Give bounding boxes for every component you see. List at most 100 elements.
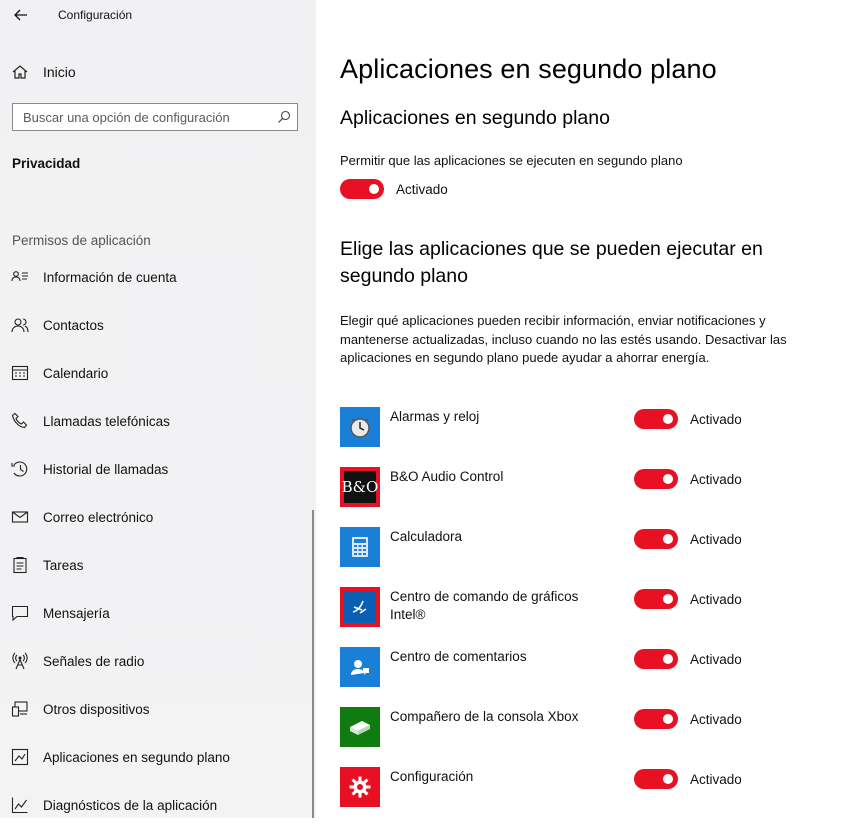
home-nav-item[interactable]: Inicio: [0, 56, 316, 88]
alarm-clock-icon: [340, 407, 380, 447]
search-icon: [278, 110, 291, 123]
sidebar-item-label: Mensajería: [43, 605, 110, 621]
app-row-alarms: Alarmas y reloj Activado: [316, 407, 850, 467]
search-input[interactable]: [13, 104, 273, 130]
sidebar-item-tasks[interactable]: Tareas: [0, 545, 316, 585]
mail-icon: [11, 508, 29, 526]
radio-icon: [11, 652, 29, 670]
toggle-knob: [663, 774, 673, 784]
title-bar: Configuración: [0, 0, 316, 30]
toggle-knob: [663, 474, 673, 484]
app-toggle-state: Activado: [690, 532, 742, 547]
account-info-icon: [11, 268, 29, 286]
search-box[interactable]: [12, 103, 298, 131]
app-toggle[interactable]: [634, 529, 678, 549]
app-name: Centro de comentarios: [390, 649, 527, 664]
app-name: Configuración: [390, 769, 474, 784]
app-row-settings: Configuración Activado: [316, 767, 850, 827]
toggle-knob: [663, 414, 673, 424]
app-toggle-state: Activado: [690, 472, 742, 487]
sidebar: Configuración Inicio Privacidad Permisos…: [0, 0, 316, 818]
app-name: Alarmas y reloj: [390, 409, 480, 424]
toggle-knob: [369, 184, 379, 194]
xbox-console-icon: [340, 707, 380, 747]
sidebar-item-label: Señales de radio: [43, 653, 145, 669]
sidebar-item-radios[interactable]: Señales de radio: [0, 641, 316, 681]
sidebar-item-label: Correo electrónico: [43, 509, 154, 525]
app-toggle[interactable]: [634, 469, 678, 489]
app-toggle-state: Activado: [690, 712, 742, 727]
sidebar-item-app-diagnostics[interactable]: Diagnósticos de la aplicación: [0, 785, 316, 818]
home-label: Inicio: [43, 64, 76, 80]
app-row-xbox-companion: Compañero de la consola Xbox Activado: [316, 707, 850, 767]
app-row-calculator: Calculadora Activado: [316, 527, 850, 587]
sidebar-item-label: Historial de llamadas: [43, 461, 169, 477]
section-title: Aplicaciones en segundo plano: [340, 107, 610, 129]
choose-apps-description: Elegir qué aplicaciones pueden recibir i…: [340, 313, 787, 365]
app-toggle-state: Activado: [690, 592, 742, 607]
devices-icon: [11, 700, 29, 718]
sidebar-item-label: Otros dispositivos: [43, 701, 150, 717]
sidebar-item-email[interactable]: Correo electrónico: [0, 497, 316, 537]
allow-background-toggle[interactable]: [340, 179, 384, 199]
sidebar-item-phone-calls[interactable]: Llamadas telefónicas: [0, 401, 316, 441]
sidebar-item-account-info[interactable]: Información de cuenta: [0, 257, 316, 297]
group-heading: Permisos de aplicación: [12, 233, 151, 248]
sidebar-item-label: Contactos: [43, 317, 104, 333]
page-title: Aplicaciones en segundo plano: [340, 54, 717, 84]
calculator-icon: [340, 527, 380, 567]
background-apps-icon: [11, 748, 29, 766]
sidebar-item-calendar[interactable]: Calendario: [0, 353, 316, 393]
app-row-bo-audio: B&O B&O Audio Control Activado: [316, 467, 850, 527]
settings-gear-icon: [340, 767, 380, 807]
toggle-knob: [663, 654, 673, 664]
app-toggle[interactable]: [634, 769, 678, 789]
sidebar-item-label: Tareas: [43, 557, 84, 573]
contacts-icon: [11, 316, 29, 334]
messaging-icon: [11, 604, 29, 622]
sidebar-item-label: Información de cuenta: [43, 269, 177, 285]
section-heading: Privacidad: [12, 156, 81, 171]
back-arrow-icon: [14, 9, 27, 21]
intel-graphics-icon: [340, 587, 380, 627]
sidebar-item-label: Aplicaciones en segundo plano: [43, 749, 230, 765]
app-name: B&O Audio Control: [390, 469, 504, 484]
toggle-knob: [663, 594, 673, 604]
choose-apps-title: Elige las aplicaciones que se pueden eje…: [340, 238, 763, 287]
app-row-feedback-hub: Centro de comentarios Activado: [316, 647, 850, 707]
bo-audio-icon: B&O: [340, 467, 380, 507]
app-row-intel-graphics: Centro de comando de gráficos Intel® Act…: [316, 587, 850, 647]
diagnostics-icon: [11, 796, 29, 814]
sidebar-item-label: Calendario: [43, 365, 109, 381]
app-toggle[interactable]: [634, 589, 678, 609]
main-content: Aplicaciones en segundo plano Aplicacion…: [316, 0, 850, 818]
app-name: Centro de comando de gráficos Intel®: [390, 589, 579, 622]
allow-background-state: Activado: [396, 182, 448, 197]
app-toggle[interactable]: [634, 709, 678, 729]
toggle-knob: [663, 534, 673, 544]
sidebar-item-background-apps[interactable]: Aplicaciones en segundo plano: [0, 737, 316, 777]
home-icon: [11, 63, 29, 81]
allow-background-label: Permitir que las aplicaciones se ejecute…: [340, 153, 683, 168]
app-toggle-state: Activado: [690, 412, 742, 427]
app-toggle[interactable]: [634, 649, 678, 669]
app-toggle[interactable]: [634, 409, 678, 429]
app-name: Calculadora: [390, 529, 463, 544]
toggle-knob: [663, 714, 673, 724]
tasks-icon: [11, 556, 29, 574]
sidebar-item-call-history[interactable]: Historial de llamadas: [0, 449, 316, 489]
sidebar-item-contacts[interactable]: Contactos: [0, 305, 316, 345]
back-button[interactable]: [8, 3, 34, 27]
window-title: Configuración: [58, 8, 133, 22]
sidebar-item-label: Diagnósticos de la aplicación: [43, 797, 218, 813]
app-toggle-state: Activado: [690, 772, 742, 787]
feedback-hub-icon: [340, 647, 380, 687]
sidebar-scrollbar[interactable]: [312, 510, 314, 818]
call-history-icon: [11, 460, 29, 478]
calendar-icon: [11, 364, 29, 382]
sidebar-item-other-devices[interactable]: Otros dispositivos: [0, 689, 316, 729]
app-name: Compañero de la consola Xbox: [390, 709, 579, 724]
sidebar-item-label: Llamadas telefónicas: [43, 413, 170, 429]
app-toggle-state: Activado: [690, 652, 742, 667]
sidebar-item-messaging[interactable]: Mensajería: [0, 593, 316, 633]
